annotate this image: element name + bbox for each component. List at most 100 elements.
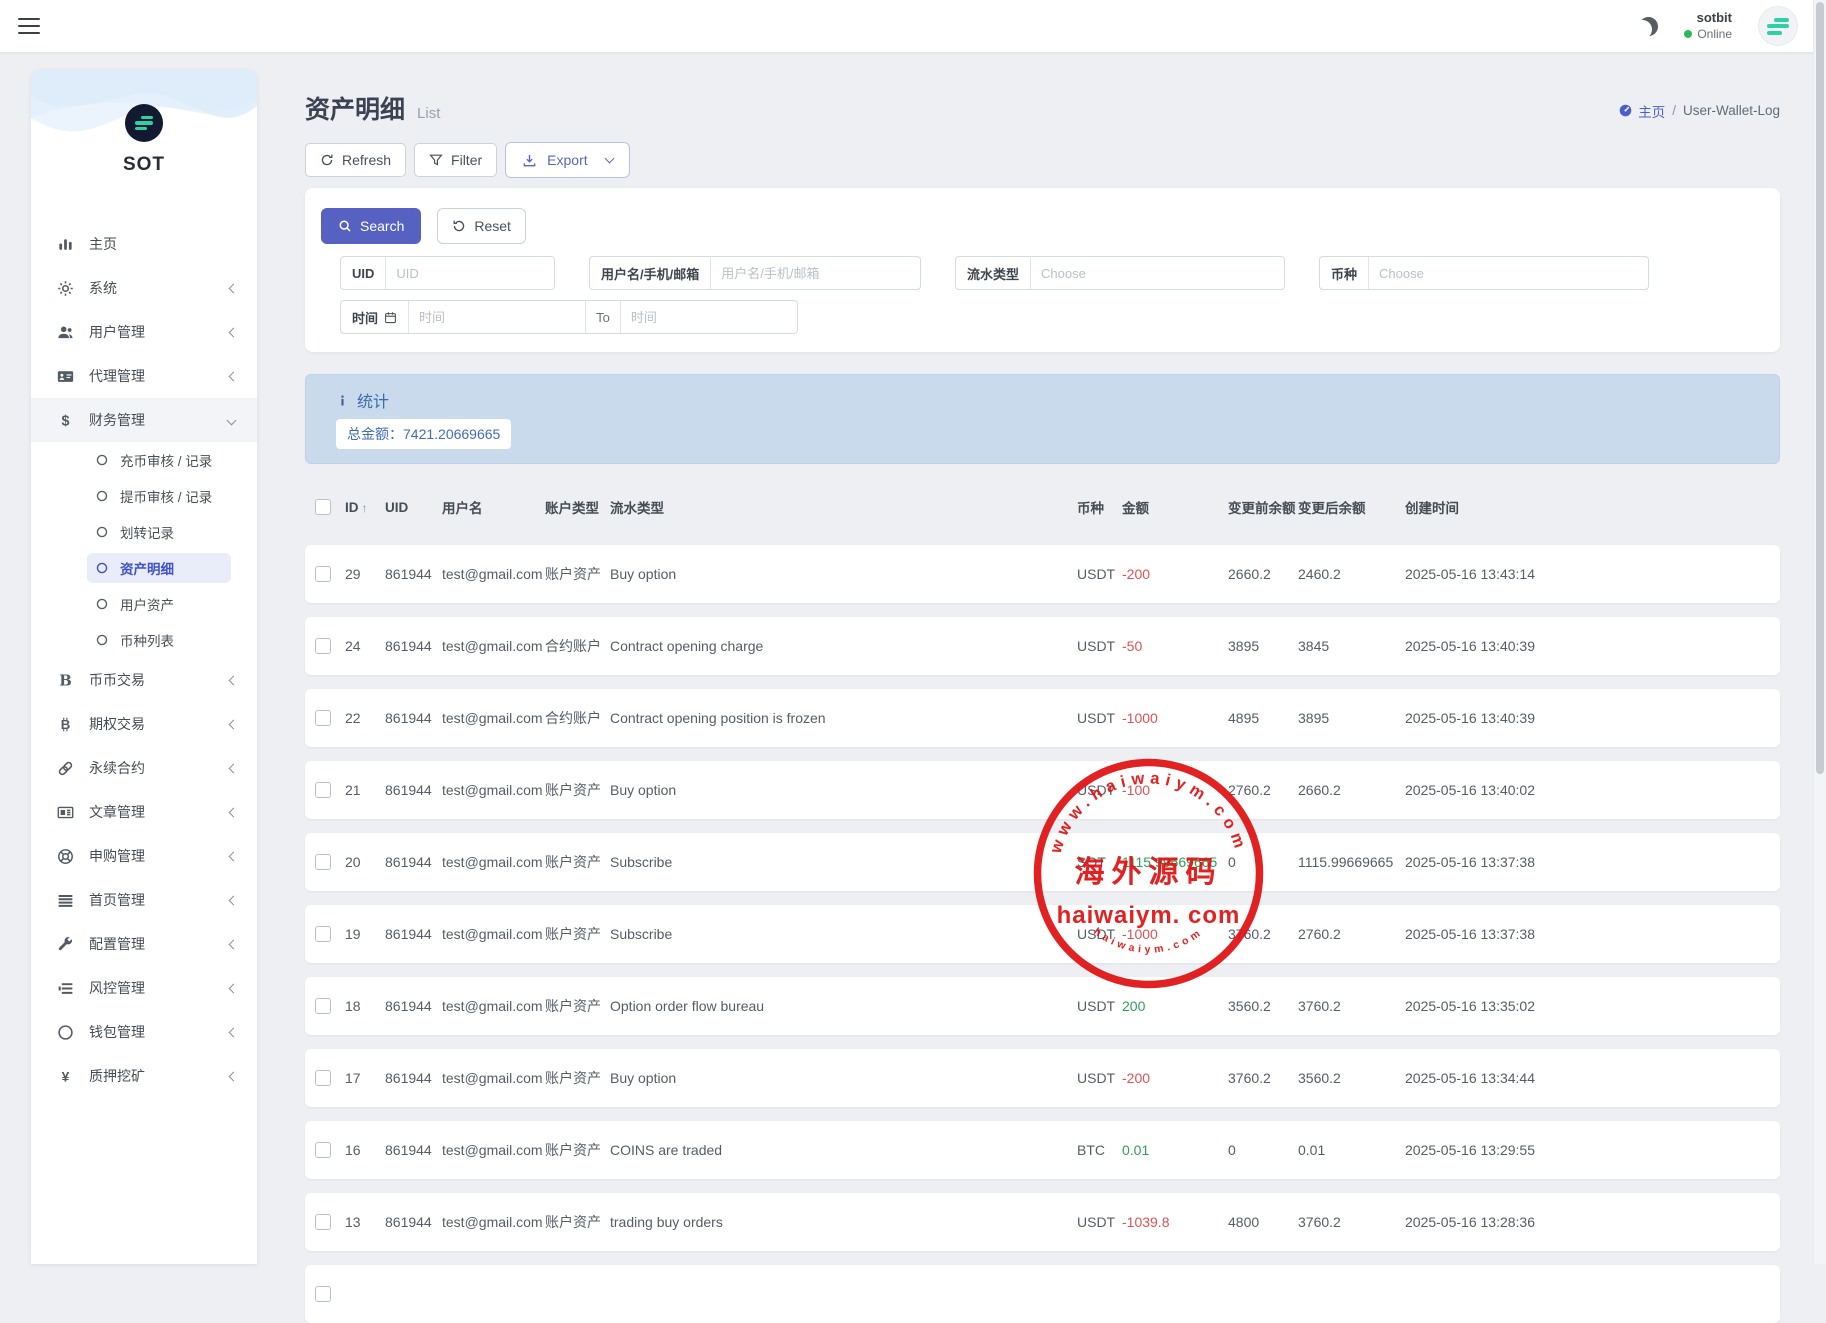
time-from-input[interactable] — [409, 301, 585, 333]
reset-button[interactable]: Reset — [437, 208, 526, 244]
bitcoin-icon: B — [57, 716, 76, 733]
sidebar-item[interactable]: 申购管理 — [31, 834, 257, 878]
col-created: 创建时间 — [1405, 497, 1770, 517]
radio-circle-icon — [95, 597, 109, 611]
cell-amount: -100 — [1122, 782, 1228, 798]
cell-after-balance: 3845 — [1298, 638, 1405, 654]
sidebar-item[interactable]: 用户管理 — [31, 310, 257, 354]
row-checkbox[interactable] — [315, 1142, 331, 1158]
search-button[interactable]: Search — [321, 208, 421, 244]
main-content: 资产明细 List 主页 / User-Wallet-Log Refresh F… — [305, 52, 1780, 1323]
username-input[interactable] — [711, 257, 920, 289]
topbar: sotbit Online — [0, 0, 1826, 52]
sort-asc-icon[interactable]: ↑ — [362, 501, 368, 515]
chevron-down-icon — [604, 154, 614, 164]
flow-type-select[interactable] — [1031, 257, 1284, 289]
row-checkbox[interactable] — [315, 782, 331, 798]
row-checkbox[interactable] — [315, 926, 331, 942]
sidebar-item[interactable]: 配置管理 — [31, 922, 257, 966]
sidebar-item-label: 用户管理 — [89, 322, 145, 342]
sidebar-subitem[interactable]: 币种列表 — [31, 622, 257, 658]
sidebar-item[interactable]: ¥ 质押挖矿 — [31, 1054, 257, 1098]
cell-username: test@gmail.com — [442, 710, 545, 726]
cell-created-time: 2025-05-16 13:34:44 — [1405, 1070, 1770, 1086]
sidebar-item-label: 币币交易 — [89, 670, 145, 690]
sidebar-item[interactable]: 风控管理 — [31, 966, 257, 1010]
chevron-left-icon — [229, 763, 239, 773]
avatar[interactable] — [1758, 6, 1798, 46]
sidebar-subitem[interactable]: 用户资产 — [31, 586, 257, 622]
sidebar-subitem[interactable]: 资产明细 — [31, 550, 257, 586]
time-to-input[interactable] — [621, 301, 797, 333]
sidebar-item[interactable]: 钱包管理 — [31, 1010, 257, 1054]
cell-account-type: 账户资产 — [545, 564, 610, 584]
cell-flow-type: Option order flow bureau — [610, 998, 1077, 1014]
total-amount-pill: 总金额：7421.20669665 — [336, 419, 511, 449]
cell-username: test@gmail.com — [442, 782, 545, 798]
coin-select[interactable] — [1369, 257, 1648, 289]
row-checkbox[interactable] — [315, 566, 331, 582]
sidebar-item[interactable]: 永续合约 — [31, 746, 257, 790]
refresh-icon — [320, 153, 334, 167]
breadcrumb-home-link[interactable]: 主页 — [1618, 101, 1665, 121]
sidebar-item[interactable]: 文章管理 — [31, 790, 257, 834]
brand-logo-icon — [1767, 15, 1789, 37]
table-row: 19 861944 test@gmail.com 账户资产 Subscribe … — [305, 905, 1780, 963]
sidebar-subitem-label: 资产明细 — [120, 558, 174, 578]
row-checkbox[interactable] — [315, 1070, 331, 1086]
row-checkbox[interactable] — [315, 1214, 331, 1230]
table-body: 29 861944 test@gmail.com 账户资产 Buy option… — [305, 545, 1780, 1323]
col-id[interactable]: ID↑ — [345, 500, 385, 515]
row-checkbox[interactable] — [315, 1286, 331, 1302]
sidebar-item-label: 系统 — [89, 278, 117, 298]
sidebar-item[interactable]: 系统 — [31, 266, 257, 310]
cell-created-time: 2025-05-16 13:28:36 — [1405, 1214, 1770, 1230]
row-checkbox[interactable] — [315, 998, 331, 1014]
cell-after-balance: 3560.2 — [1298, 1070, 1405, 1086]
filter-button[interactable]: Filter — [414, 143, 497, 177]
sidebar-item-label: 文章管理 — [89, 802, 145, 822]
menu-toggle-icon[interactable] — [18, 18, 40, 34]
uid-input[interactable] — [386, 257, 554, 289]
row-checkbox[interactable] — [315, 710, 331, 726]
cell-flow-type: Subscribe — [610, 926, 1077, 942]
sidebar-logo-text: SOT — [31, 154, 257, 176]
sidebar-subitem[interactable]: 充币审核 / 记录 — [31, 442, 257, 478]
cell-amount: 0.01 — [1122, 1142, 1228, 1158]
page-scrollbar — [1813, 0, 1826, 1264]
sidebar-item[interactable]: $ 财务管理 — [31, 398, 257, 442]
col-flow-type: 流水类型 — [610, 497, 1077, 517]
cell-coin: SOT — [1077, 854, 1122, 870]
table-row: 22 861944 test@gmail.com 合约账户 Contract o… — [305, 689, 1780, 747]
sidebar-item[interactable]: B 期权交易 — [31, 702, 257, 746]
breadcrumb: 主页 / User-Wallet-Log — [1618, 101, 1780, 121]
cell-uid: 861944 — [385, 782, 442, 798]
cell-account-type: 合约账户 — [545, 708, 610, 728]
sidebar-item[interactable]: 首页管理 — [31, 878, 257, 922]
cell-coin: USDT — [1077, 638, 1122, 654]
cell-created-time: 2025-05-16 13:37:38 — [1405, 926, 1770, 942]
cell-before-balance: 3760.2 — [1228, 1070, 1298, 1086]
cell-amount: -1000 — [1122, 926, 1228, 942]
sidebar-item[interactable]: 主页 — [31, 222, 257, 266]
sidebar-subitem[interactable]: 划转记录 — [31, 514, 257, 550]
sidebar-subitem[interactable]: 提币审核 / 记录 — [31, 478, 257, 514]
scrollbar-thumb[interactable] — [1816, 2, 1824, 774]
sidebar-item-label: 代理管理 — [89, 366, 145, 386]
sidebar-item[interactable]: B 币币交易 — [31, 658, 257, 702]
row-checkbox[interactable] — [315, 638, 331, 654]
select-all-checkbox[interactable] — [315, 499, 331, 515]
table-row: 20 861944 test@gmail.com 账户资产 Subscribe … — [305, 833, 1780, 891]
cell-created-time: 2025-05-16 13:40:39 — [1405, 638, 1770, 654]
sidebar-item[interactable]: 代理管理 — [31, 354, 257, 398]
sidebar: SOT 主页 系统 用户管理 代理管理 $ 财务管理 充币审核 / 记录 提币审… — [31, 70, 257, 1264]
cell-id: 22 — [345, 710, 385, 726]
cell-before-balance: 2660.2 — [1228, 566, 1298, 582]
cell-created-time: 2025-05-16 13:37:38 — [1405, 854, 1770, 870]
refresh-button[interactable]: Refresh — [305, 143, 406, 177]
cell-id: 17 — [345, 1070, 385, 1086]
row-checkbox[interactable] — [315, 854, 331, 870]
sidebar-item-label: 风控管理 — [89, 978, 145, 998]
dark-mode-icon[interactable] — [1639, 17, 1658, 36]
export-button[interactable]: Export — [505, 142, 629, 178]
